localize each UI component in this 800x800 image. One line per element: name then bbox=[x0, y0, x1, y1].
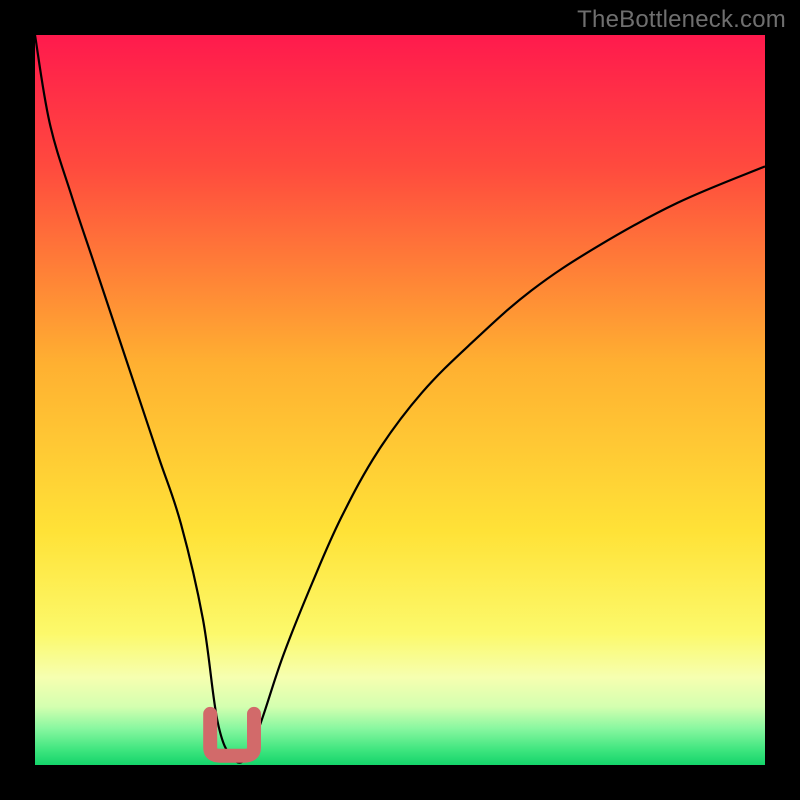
chart-frame: TheBottleneck.com bbox=[0, 0, 800, 800]
bottleneck-curve bbox=[35, 35, 765, 763]
optimal-marker bbox=[210, 714, 254, 756]
plot-area bbox=[35, 35, 765, 765]
watermark-label: TheBottleneck.com bbox=[577, 6, 786, 34]
curve-layer bbox=[35, 35, 765, 765]
